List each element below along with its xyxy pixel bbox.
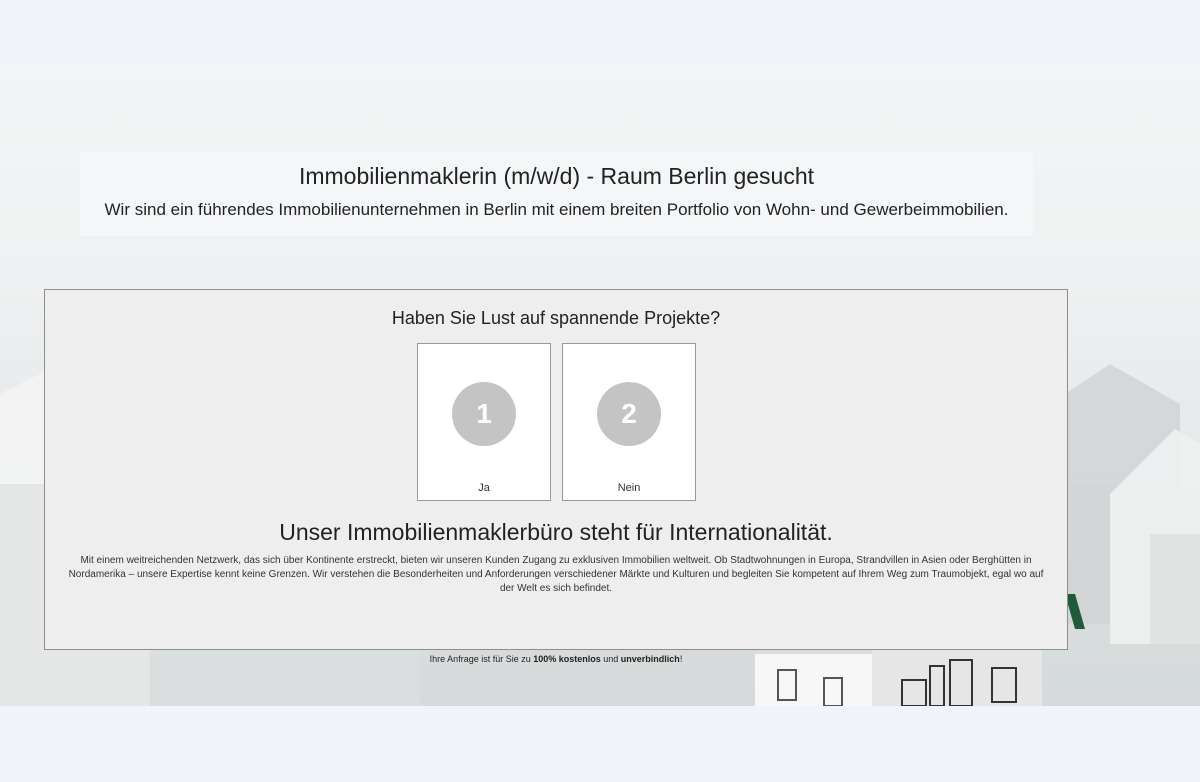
disclaimer-prefix: Ihre Anfrage ist für Sie zu [429,654,534,664]
option-nein-button[interactable]: 2 Nein [562,343,696,501]
section-paragraph: Mit einem weitreichenden Netzwerk, das s… [68,555,1044,594]
survey-card: Haben Sie Lust auf spannende Projekte? 1… [44,289,1068,650]
page-title: Immobilienmaklerin (m/w/d) - Raum Berlin… [298,163,815,189]
option-label: Ja [478,482,490,494]
disclaimer-nonbinding: unverbindlich [620,654,680,664]
option-ja-button[interactable]: 1 Ja [417,343,551,501]
title-box: Immobilienmaklerin (m/w/d) - Raum Berlin… [80,151,1033,236]
disclaimer-suffix: ! [679,654,683,664]
option-label: Nein [617,482,641,494]
option-number-badge: 2 [597,382,661,446]
disclaimer-middle: und [600,654,621,664]
disclaimer-free: 100% kostenlos [533,654,601,664]
page: Immobilienmaklerin (m/w/d) - Raum Berlin… [0,0,1200,782]
survey-question: Haben Sie Lust auf spannende Projekte? [391,308,721,328]
section-heading: Unser Immobilienmaklerbüro steht für Int… [279,519,833,545]
disclaimer-note: Ihre Anfrage ist für Sie zu 100% kostenl… [0,654,1112,664]
page-subtitle: Wir sind ein führendes Immobilienunterne… [104,200,1009,219]
option-number-badge: 1 [452,382,516,446]
